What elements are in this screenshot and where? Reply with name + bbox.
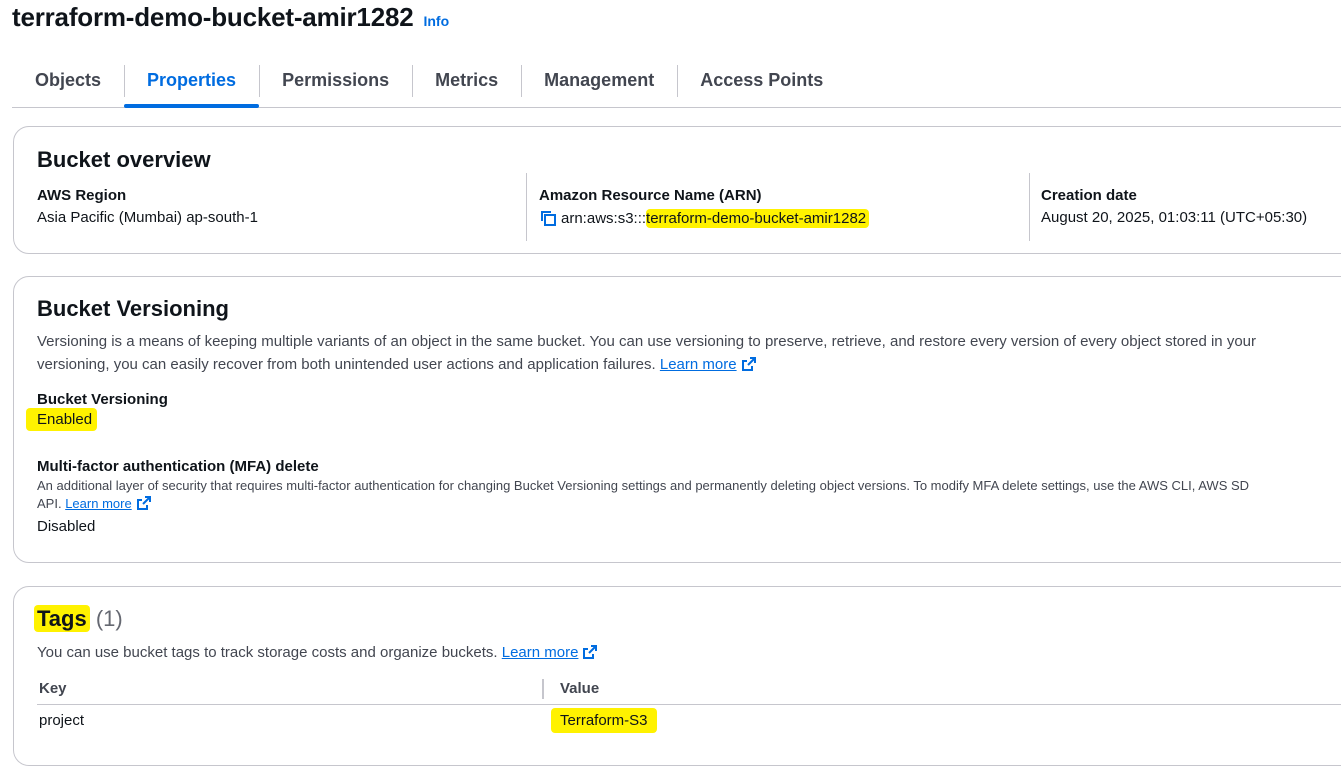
page-header: terraform-demo-bucket-amir1282 Info bbox=[12, 2, 449, 33]
mfa-learn-more-link[interactable]: Learn more bbox=[65, 496, 131, 511]
bucket-overview-card: Bucket overview AWS Region Asia Pacific … bbox=[13, 126, 1341, 254]
mfa-description-text: API. bbox=[37, 496, 62, 511]
tags-description: You can use bucket tags to track storage… bbox=[37, 641, 598, 667]
table-header-divider bbox=[37, 704, 1341, 705]
mfa-description-line: An additional layer of security that req… bbox=[37, 478, 1250, 493]
tags-description-text: You can use bucket tags to track storage… bbox=[37, 644, 498, 661]
learn-more-link[interactable]: Learn more bbox=[660, 356, 737, 373]
column-divider bbox=[526, 173, 527, 241]
region-value: Asia Pacific (Mumbai) ap-south-1 bbox=[37, 209, 258, 226]
region-label: AWS Region bbox=[37, 187, 127, 204]
bucket-versioning-card: Bucket Versioning Versioning is a means … bbox=[13, 276, 1341, 563]
external-link-icon[interactable] bbox=[582, 644, 598, 667]
column-divider bbox=[542, 679, 544, 699]
tag-value-cell: Terraform-S3 bbox=[551, 708, 657, 733]
external-link-icon[interactable] bbox=[136, 495, 152, 516]
tags-count: (1) bbox=[95, 606, 123, 631]
tab-properties[interactable]: Properties bbox=[124, 53, 260, 108]
creation-date-label: Creation date bbox=[1041, 187, 1137, 204]
tab-access-points[interactable]: Access Points bbox=[677, 53, 846, 107]
creation-date-value: August 20, 2025, 01:03:11 (UTC+05:30) bbox=[1041, 209, 1308, 226]
arn-label: Amazon Resource Name (ARN) bbox=[539, 187, 762, 204]
arn-value: arn:aws:s3:::terraform-demo-bucket-amir1… bbox=[539, 209, 870, 231]
mfa-delete-field: Multi-factor authentication (MFA) delete… bbox=[37, 458, 1249, 535]
column-divider bbox=[1029, 173, 1030, 241]
page-title: terraform-demo-bucket-amir1282 bbox=[12, 2, 414, 32]
copy-icon[interactable] bbox=[539, 209, 557, 231]
tab-permissions[interactable]: Permissions bbox=[259, 53, 412, 107]
tags-title: Tags (1) bbox=[34, 605, 123, 632]
tab-metrics[interactable]: Metrics bbox=[412, 53, 521, 107]
tag-value-text: Terraform-S3 bbox=[551, 708, 657, 733]
arn-field: Amazon Resource Name (ARN) arn:aws:s3:::… bbox=[539, 187, 870, 231]
versioning-status-text: Enabled bbox=[26, 408, 98, 431]
tab-management[interactable]: Management bbox=[521, 53, 677, 107]
arn-bucket-name: terraform-demo-bucket-amir1282 bbox=[646, 209, 870, 228]
versioning-status-field: Bucket Versioning Enabled bbox=[26, 391, 168, 431]
versioning-description: Versioning is a means of keeping multipl… bbox=[37, 330, 1256, 379]
mfa-description-line: API. Learn more bbox=[37, 495, 1249, 516]
creation-date-field: Creation date August 20, 2025, 01:03:11 … bbox=[1041, 187, 1307, 226]
versioning-status-value: Enabled bbox=[26, 408, 168, 431]
tags-card: Tags (1) You can use bucket tags to trac… bbox=[13, 586, 1341, 766]
versioning-description-text: versioning, you can easily recover from … bbox=[37, 356, 656, 373]
external-link-icon[interactable] bbox=[741, 356, 757, 379]
region-field: AWS Region Asia Pacific (Mumbai) ap-sout… bbox=[37, 187, 258, 226]
tags-title-text: Tags bbox=[34, 605, 90, 632]
info-link[interactable]: Info bbox=[423, 13, 449, 29]
tab-objects[interactable]: Objects bbox=[12, 53, 124, 107]
tags-learn-more-link[interactable]: Learn more bbox=[502, 644, 579, 661]
mfa-delete-label: Multi-factor authentication (MFA) delete bbox=[37, 458, 319, 475]
column-header-value[interactable]: Value bbox=[560, 680, 599, 697]
bucket-versioning-title: Bucket Versioning bbox=[37, 296, 229, 321]
versioning-description-line: Versioning is a means of keeping multipl… bbox=[37, 333, 1256, 350]
bucket-overview-title: Bucket overview bbox=[37, 147, 211, 172]
versioning-description-line: versioning, you can easily recover from … bbox=[37, 353, 1256, 379]
mfa-delete-description: An additional layer of security that req… bbox=[37, 477, 1249, 516]
tag-key-cell: project bbox=[39, 712, 85, 729]
column-header-key[interactable]: Key bbox=[39, 680, 67, 697]
versioning-status-label: Bucket Versioning bbox=[37, 391, 168, 408]
arn-prefix: arn:aws:s3::: bbox=[561, 210, 647, 227]
tab-bar: Objects Properties Permissions Metrics M… bbox=[12, 53, 1341, 108]
mfa-delete-value: Disabled bbox=[37, 518, 96, 535]
